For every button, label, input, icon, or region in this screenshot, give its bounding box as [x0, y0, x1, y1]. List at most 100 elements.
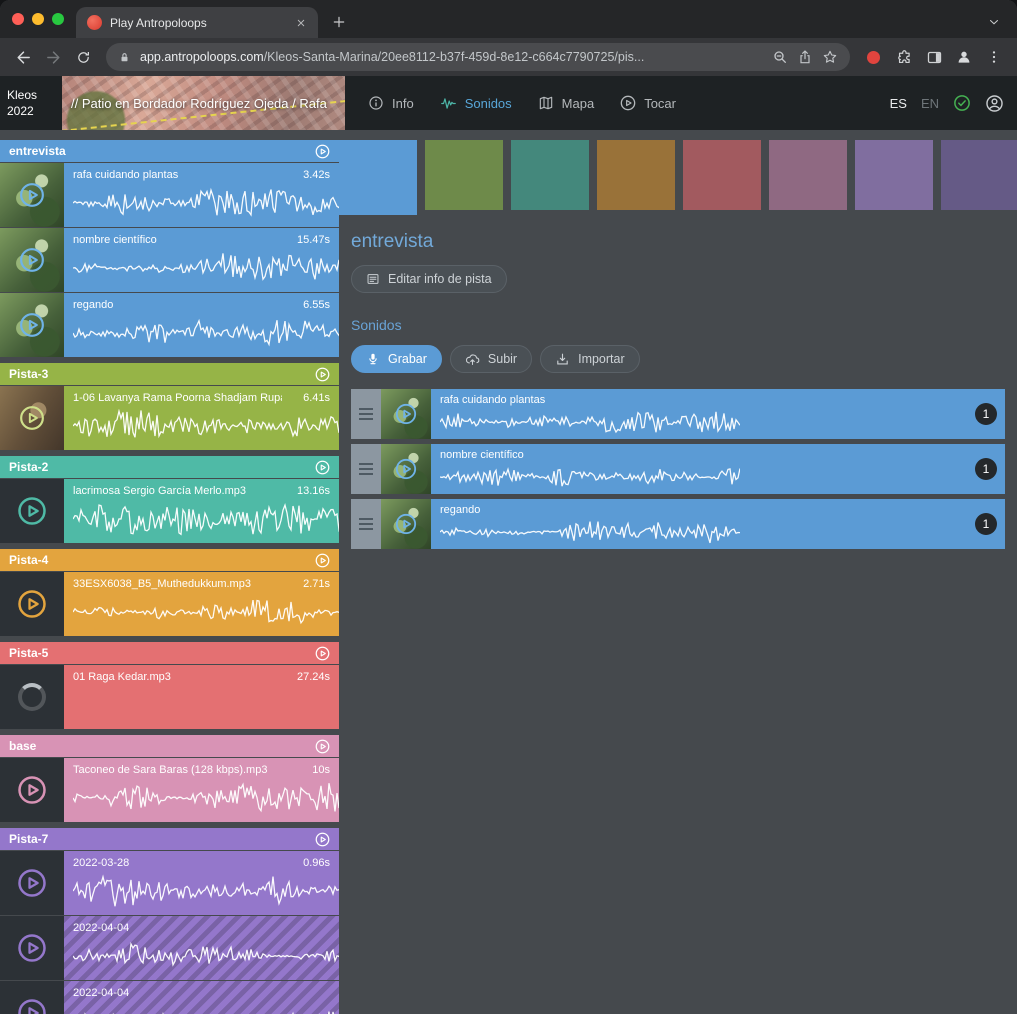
sound-row[interactable]: nombre científico1: [351, 444, 1005, 494]
info-icon: [368, 95, 384, 111]
track-tab-7[interactable]: [941, 140, 1017, 210]
import-button[interactable]: Importar: [540, 345, 640, 373]
nav-mapa[interactable]: Mapa: [525, 76, 608, 130]
share-icon[interactable]: [797, 49, 813, 65]
address-bar[interactable]: app.antropoloops.com/Kleos-Santa-Marina/…: [106, 43, 850, 71]
sample-name: 2022-04-04: [73, 922, 282, 934]
sample-row[interactable]: 01 Raga Kedar.mp327.24s: [0, 665, 339, 729]
new-tab-button[interactable]: [331, 14, 347, 30]
sample-row[interactable]: lacrimosa Sergio García Merlo.mp313.16s: [0, 479, 339, 543]
sample-play-button[interactable]: [17, 775, 47, 805]
track-play-button[interactable]: [315, 144, 330, 159]
nav-tocar[interactable]: Tocar: [607, 76, 689, 130]
minimize-window-button[interactable]: [32, 13, 44, 25]
sample-row[interactable]: regando6.55s: [0, 293, 339, 357]
sample-play-button[interactable]: [17, 933, 47, 963]
thumb-play-icon[interactable]: [381, 499, 431, 549]
track-header[interactable]: base: [0, 735, 339, 757]
sample-row[interactable]: Taconeo de Sara Baras (128 kbps).mp310s: [0, 758, 339, 822]
thumb-play-icon[interactable]: [0, 228, 64, 292]
extension-red-icon[interactable]: [867, 51, 880, 64]
track-header[interactable]: Pista-5: [0, 642, 339, 664]
zoom-indicator-icon[interactable]: [772, 49, 788, 65]
track-header[interactable]: Pista-7: [0, 828, 339, 850]
edit-track-info-button[interactable]: Editar info de pista: [351, 265, 507, 293]
sample-play-button[interactable]: [17, 998, 47, 1014]
track-play-button[interactable]: [315, 739, 330, 754]
sound-row[interactable]: rafa cuidando plantas1: [351, 389, 1005, 439]
thumb-play-icon[interactable]: [381, 389, 431, 439]
track-cover-image[interactable]: // Patio en Bordador Rodríguez Ojeda / R…: [62, 76, 345, 130]
main-area: entrevista Editar info de pista Sonidos …: [339, 130, 1017, 1014]
browser-menu-icon[interactable]: [979, 42, 1009, 72]
profile-avatar-icon[interactable]: [949, 42, 979, 72]
sample-play-button[interactable]: [17, 496, 47, 526]
track-tab-2[interactable]: [511, 140, 589, 210]
tab-search-chevron-icon[interactable]: [987, 15, 1001, 29]
extensions-puzzle-icon[interactable]: [889, 42, 919, 72]
track-play-button[interactable]: [315, 367, 330, 382]
lang-en-button[interactable]: EN: [921, 96, 939, 111]
record-button[interactable]: Grabar: [351, 345, 442, 373]
sample-thumb[interactable]: [0, 981, 64, 1014]
track-tab-3[interactable]: [597, 140, 675, 210]
sample-row[interactable]: 2022-03-280.96s: [0, 851, 339, 915]
sample-row[interactable]: rafa cuidando plantas3.42s: [0, 163, 339, 227]
sample-row[interactable]: 2022-04-04: [0, 981, 339, 1014]
fullscreen-window-button[interactable]: [52, 13, 64, 25]
bookmark-star-icon[interactable]: [822, 49, 838, 65]
sound-row[interactable]: regando1: [351, 499, 1005, 549]
nav-info[interactable]: Info: [355, 76, 427, 130]
sample-row[interactable]: 2022-04-04: [0, 916, 339, 980]
close-window-button[interactable]: [12, 13, 24, 25]
thumb-play-icon[interactable]: [0, 293, 64, 357]
sample-duration: 27.24s: [297, 671, 330, 683]
sample-row[interactable]: 1-06 Lavanya Rama Poorna Shadjam Rupak..…: [0, 386, 339, 450]
forward-button[interactable]: [38, 42, 68, 72]
account-icon[interactable]: [985, 94, 1004, 113]
track-tab-6[interactable]: [855, 140, 933, 210]
sample-thumb[interactable]: [0, 386, 64, 450]
track-header[interactable]: Pista-2: [0, 456, 339, 478]
back-button[interactable]: [8, 42, 38, 72]
sample-thumb[interactable]: [0, 479, 64, 543]
track-header[interactable]: entrevista: [0, 140, 339, 162]
sample-play-button[interactable]: [17, 589, 47, 619]
drag-handle-icon[interactable]: [351, 389, 381, 439]
browser-tab[interactable]: Play Antropoloops: [76, 7, 318, 38]
track-play-button[interactable]: [315, 460, 330, 475]
track-tab-5[interactable]: [769, 140, 847, 210]
track-header[interactable]: Pista-3: [0, 363, 339, 385]
drag-handle-icon[interactable]: [351, 444, 381, 494]
track-tab-4[interactable]: [683, 140, 761, 210]
sample-thumb[interactable]: [0, 758, 64, 822]
drag-handle-icon[interactable]: [351, 499, 381, 549]
reload-button[interactable]: [68, 42, 98, 72]
sample-thumb[interactable]: [0, 163, 64, 227]
track-tab-1[interactable]: [425, 140, 503, 210]
nav-sonidos[interactable]: Sonidos: [427, 76, 525, 130]
sample-thumb[interactable]: [0, 916, 64, 980]
sample-thumb[interactable]: [0, 851, 64, 915]
track-play-button[interactable]: [315, 553, 330, 568]
thumb-play-icon[interactable]: [0, 386, 64, 450]
sample-thumb[interactable]: [0, 665, 64, 729]
sample-thumb[interactable]: [0, 228, 64, 292]
sync-check-icon[interactable]: [953, 94, 971, 112]
lang-es-button[interactable]: ES: [890, 96, 907, 111]
thumb-play-icon[interactable]: [0, 163, 64, 227]
track-play-button[interactable]: [315, 832, 330, 847]
thumb-play-icon[interactable]: [381, 444, 431, 494]
side-panel-icon[interactable]: [919, 42, 949, 72]
track-header[interactable]: Pista-4: [0, 549, 339, 571]
tab-close-icon[interactable]: [295, 17, 307, 29]
sample-row[interactable]: nombre científico15.47s: [0, 228, 339, 292]
sample-thumb[interactable]: [0, 572, 64, 636]
sample-thumb[interactable]: [0, 293, 64, 357]
upload-button[interactable]: Subir: [450, 345, 532, 373]
project-name[interactable]: Kleos 2022: [0, 87, 62, 119]
sample-row[interactable]: 33ESX6038_B5_Muthedukkum.mp32.71s: [0, 572, 339, 636]
track-play-button[interactable]: [315, 646, 330, 661]
sample-play-button[interactable]: [17, 868, 47, 898]
track-tab-0[interactable]: [339, 140, 417, 215]
